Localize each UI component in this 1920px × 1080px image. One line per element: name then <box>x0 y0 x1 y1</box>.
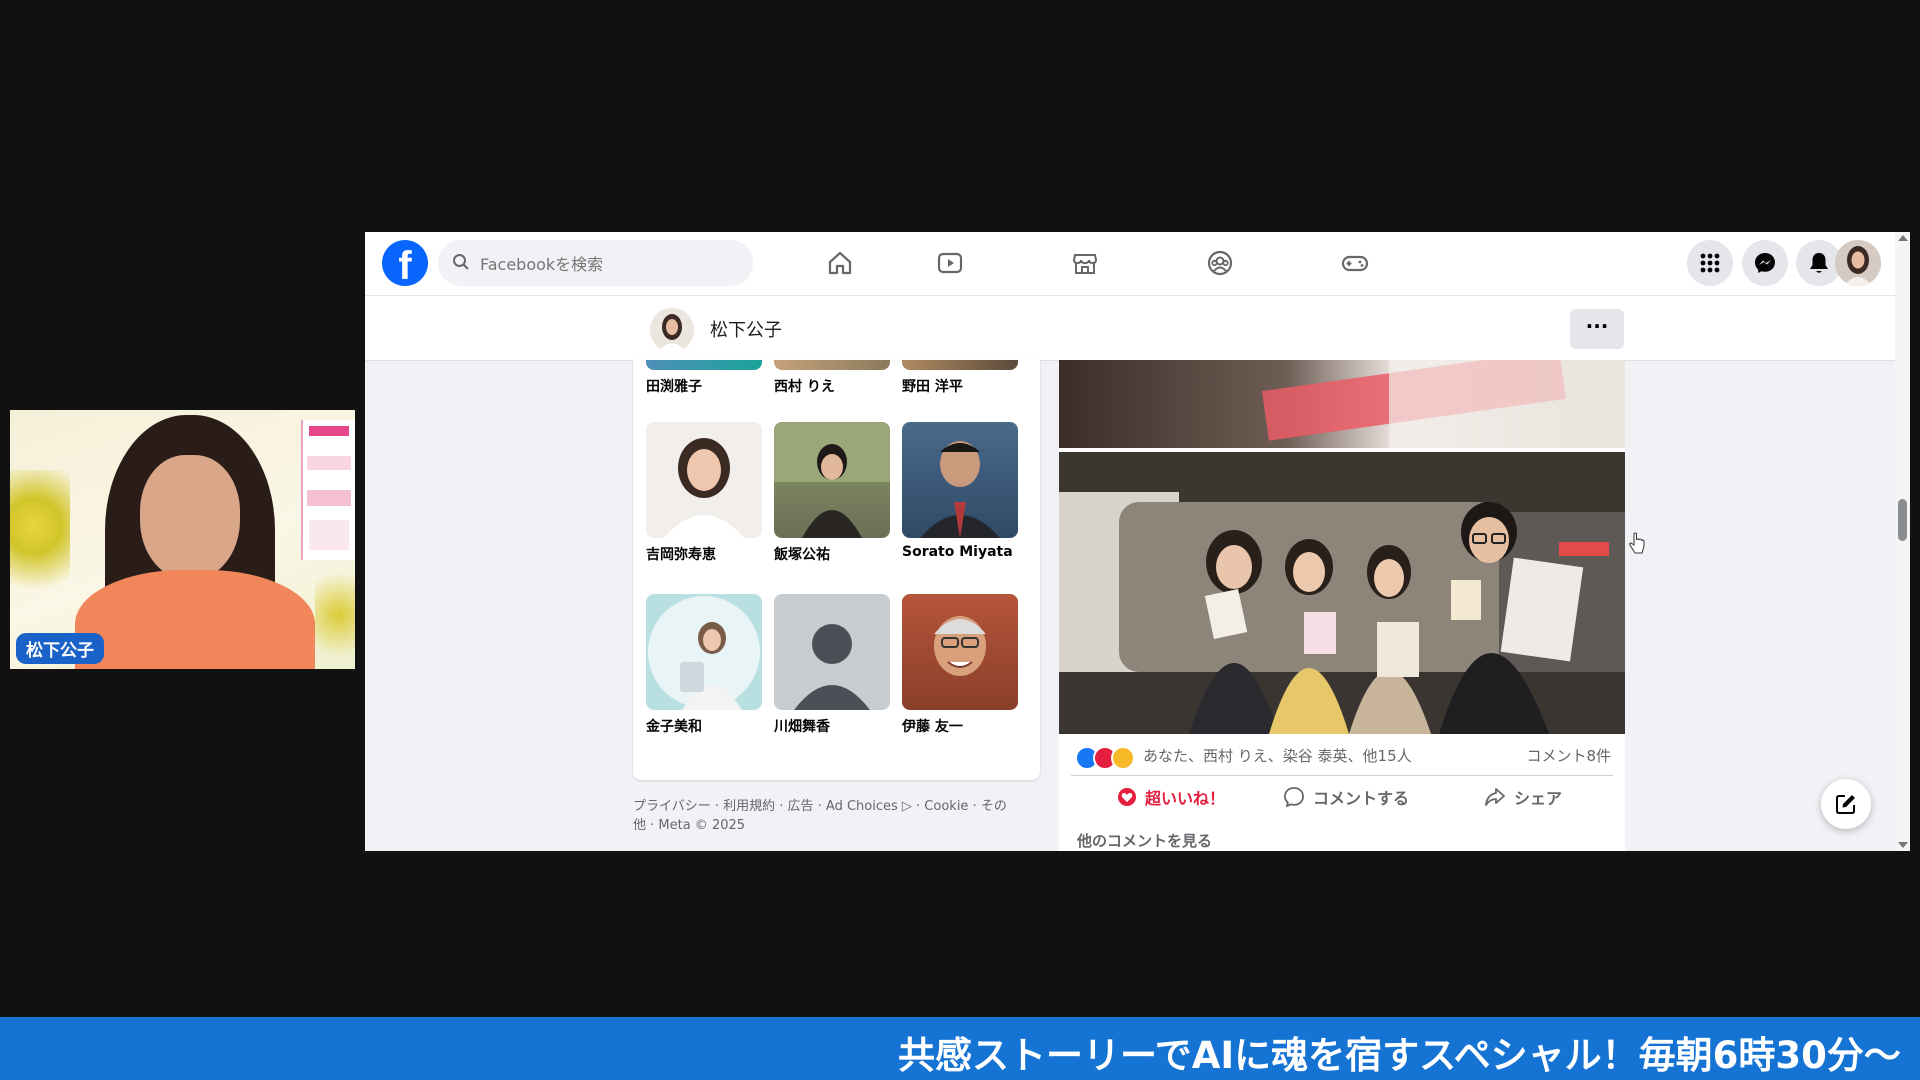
menu-grid-icon <box>1700 253 1720 273</box>
reaction-summary[interactable]: あなた、西村 りえ、染谷 泰英、他15人 コメント8件 <box>1059 734 1625 774</box>
profile-name[interactable]: 松下公子 <box>710 316 782 342</box>
account-avatar[interactable] <box>1835 240 1881 286</box>
friend-photo <box>646 594 762 710</box>
profile-photo-icon <box>650 308 694 352</box>
home-icon <box>828 251 852 275</box>
page-scrollbar[interactable] <box>1895 232 1910 851</box>
friend-photo <box>774 594 890 710</box>
care-reaction-icon <box>1111 746 1135 770</box>
profile-avatar[interactable] <box>650 308 694 352</box>
scrollbar-thumb[interactable] <box>1898 499 1907 541</box>
love-button-label: 超いいね！ <box>1144 789 1225 808</box>
post-photo-book[interactable] <box>1059 360 1625 448</box>
friend-name[interactable]: 川畑舞香 <box>774 716 890 736</box>
facebook-topbar: f <box>365 232 1910 296</box>
scroll-down-arrow-icon[interactable] <box>1898 842 1908 848</box>
browser-window: f Facebookを検索 松下公子 ··· 田渕雅子 西村 りえ 野田 洋平 … <box>365 232 1910 851</box>
comment-button-label: コメントする <box>1312 789 1409 808</box>
presenter-body <box>75 570 315 669</box>
friend-name[interactable]: 西村 りえ <box>774 376 890 396</box>
groups-icon <box>1207 250 1233 276</box>
compose-icon <box>1836 795 1855 814</box>
friend-name[interactable]: Sorato Miyata <box>902 544 1018 560</box>
book-cover <box>301 420 355 560</box>
user-photo-icon <box>1835 240 1881 286</box>
love-icon <box>1117 787 1137 807</box>
facebook-logo-icon[interactable]: f <box>382 240 428 288</box>
friend-tile[interactable]: 野田 洋平 <box>902 360 1018 396</box>
friend-name[interactable]: 田渕雅子 <box>646 376 762 396</box>
mimosa-flowers <box>315 560 355 669</box>
friend-tile[interactable]: 田渕雅子 <box>646 360 762 396</box>
messenger-icon <box>1755 253 1775 273</box>
friend-name[interactable]: 吉岡弥寿恵 <box>646 544 762 564</box>
ticker-text: 共感ストーリーでAIに魂を宿すスペシャル！毎朝6時30分〜 <box>898 1034 1901 1077</box>
friend-name[interactable]: 伊藤 友一 <box>902 716 1018 736</box>
mouse-cursor-icon <box>1629 532 1645 554</box>
friend-tile[interactable]: 金子美和 <box>646 594 762 736</box>
share-button-label: シェア <box>1513 789 1562 808</box>
post-card: あなた、西村 りえ、染谷 泰英、他15人 コメント8件 超いいね！ コメントする <box>1059 360 1625 851</box>
search-box[interactable] <box>438 240 753 288</box>
footer-links[interactable]: プライバシー · 利用規約 · 広告 · Ad Choices ▷ · Cook… <box>633 797 1043 835</box>
friend-photo <box>646 360 762 370</box>
profile-header-bar: 松下公子 ··· <box>365 296 1910 361</box>
gaming-icon <box>1341 255 1369 272</box>
post-photo-group[interactable] <box>1059 452 1625 734</box>
friend-photo <box>902 360 1018 370</box>
search-input[interactable] <box>478 240 742 288</box>
comment-icon <box>1283 786 1305 808</box>
friend-tile[interactable]: 川畑舞香 <box>774 594 890 736</box>
friend-name[interactable]: 飯塚公祐 <box>774 544 890 564</box>
nav-groups[interactable] <box>1165 240 1275 286</box>
friends-card: 田渕雅子 西村 りえ 野田 洋平 吉岡弥寿恵 飯塚公祐 Sorato Miyat… <box>633 360 1040 780</box>
scroll-up-arrow-icon[interactable] <box>1898 235 1908 241</box>
friend-tile[interactable]: 西村 りえ <box>774 360 890 396</box>
more-options-button[interactable]: ··· <box>1570 309 1624 349</box>
share-button[interactable]: シェア <box>1433 780 1613 814</box>
new-message-button[interactable] <box>1821 779 1871 829</box>
marketplace-icon <box>1072 254 1098 274</box>
mimosa-flowers <box>10 470 70 610</box>
friend-photo <box>902 594 1018 710</box>
post-actions: 超いいね！ コメントする シェア <box>1071 775 1613 818</box>
video-icon <box>937 252 963 274</box>
presenter-face <box>140 455 240 580</box>
reaction-names[interactable]: あなた、西村 りえ、染谷 泰英、他15人 <box>1143 745 1412 766</box>
presenter-webcam: 松下公子 <box>10 410 355 669</box>
share-icon <box>1484 786 1506 808</box>
friend-photo <box>774 422 890 538</box>
notifications-icon <box>1810 253 1828 273</box>
footer-links-line2[interactable]: 他 · Meta © 2025 <box>633 816 1043 835</box>
presenter-name-badge: 松下公子 <box>16 633 104 664</box>
friend-photo <box>646 422 762 538</box>
nav-video[interactable] <box>895 240 1005 286</box>
footer-links-line1[interactable]: プライバシー · 利用規約 · 広告 · Ad Choices ▷ · Cook… <box>633 797 1043 816</box>
nav-marketplace[interactable] <box>1030 240 1140 286</box>
friend-tile[interactable]: Sorato Miyata <box>902 422 1018 560</box>
friend-tile[interactable]: 伊藤 友一 <box>902 594 1018 736</box>
friend-name[interactable]: 野田 洋平 <box>902 376 1018 396</box>
reaction-icons <box>1075 746 1135 770</box>
comment-count[interactable]: コメント8件 <box>1526 745 1611 766</box>
friend-name[interactable]: 金子美和 <box>646 716 762 736</box>
nav-home[interactable] <box>785 240 895 286</box>
comment-button[interactable]: コメントする <box>1256 780 1436 814</box>
default-avatar-icon <box>794 624 870 710</box>
view-more-comments-link[interactable]: 他のコメントを見る <box>1077 830 1212 851</box>
messenger-button[interactable] <box>1742 240 1788 286</box>
broadcast-ticker: 共感ストーリーでAIに魂を宿すスペシャル！毎朝6時30分〜 <box>0 1017 1920 1080</box>
love-button[interactable]: 超いいね！ <box>1081 780 1261 814</box>
search-icon <box>453 254 469 270</box>
friend-tile[interactable]: 飯塚公祐 <box>774 422 890 564</box>
menu-button[interactable] <box>1687 240 1733 286</box>
friend-photo <box>774 360 890 370</box>
friend-photo <box>902 422 1018 538</box>
nav-gaming[interactable] <box>1300 240 1410 286</box>
friend-tile[interactable]: 吉岡弥寿恵 <box>646 422 762 564</box>
